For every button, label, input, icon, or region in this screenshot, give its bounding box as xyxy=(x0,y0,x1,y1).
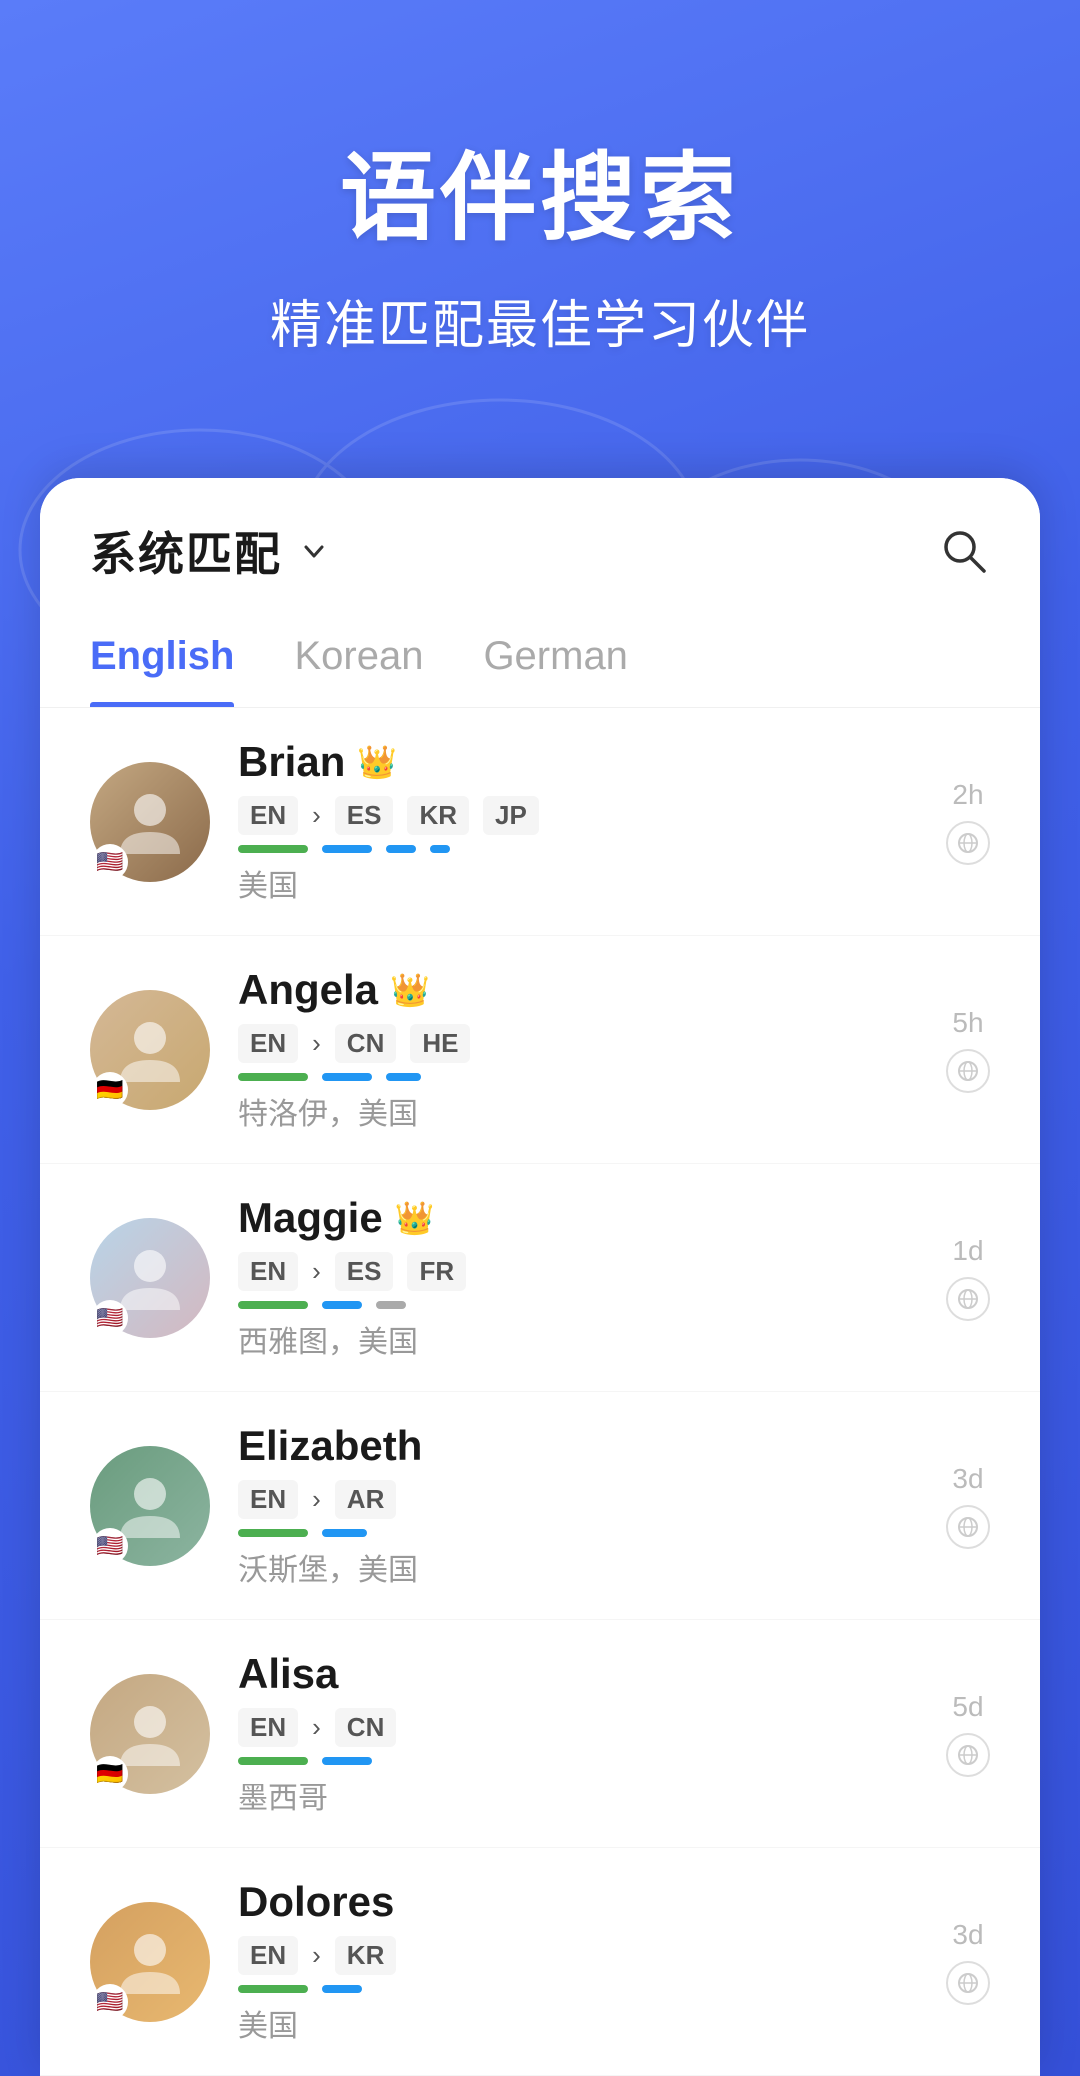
globe-icon[interactable] xyxy=(946,1961,990,2005)
user-info: Angela 👑 EN › CN HE 特洛伊，美国 xyxy=(238,966,918,1133)
crown-icon: 👑 xyxy=(390,971,430,1009)
native-lang: EN xyxy=(238,1024,298,1063)
avatar-wrapper: 🇩🇪 xyxy=(90,1674,210,1794)
avatar-wrapper: 🇺🇸 xyxy=(90,762,210,882)
globe-icon[interactable] xyxy=(946,821,990,865)
target-lang: ES xyxy=(335,796,394,835)
user-meta: 1d xyxy=(946,1235,990,1321)
user-location: 美国 xyxy=(238,2001,918,2045)
time-ago: 3d xyxy=(952,1463,983,1495)
globe-icon[interactable] xyxy=(946,1277,990,1321)
lang-bars xyxy=(238,1757,918,1765)
search-icon[interactable] xyxy=(938,525,990,577)
users-list: 🇺🇸 Brian 👑 EN › ES KR JP xyxy=(40,708,1040,2076)
target-lang: AR xyxy=(335,1480,397,1519)
tab-english[interactable]: English xyxy=(90,614,234,707)
filter-left[interactable]: 系统匹配 xyxy=(90,518,330,584)
page-title: 语伴搜索 xyxy=(60,120,1020,259)
user-info: Elizabeth EN › AR 沃斯堡，美国 xyxy=(238,1422,918,1589)
flag-badge: 🇩🇪 xyxy=(92,1072,128,1108)
flag-badge: 🇺🇸 xyxy=(92,844,128,880)
user-row[interactable]: 🇺🇸 Elizabeth EN › AR 沃斯堡，美国 xyxy=(40,1392,1040,1620)
globe-icon[interactable] xyxy=(946,1733,990,1777)
avatar-wrapper: 🇩🇪 xyxy=(90,990,210,1110)
flag-badge: 🇺🇸 xyxy=(92,1528,128,1564)
filter-label: 系统匹配 xyxy=(90,518,282,584)
lang-bars xyxy=(238,1985,918,1993)
user-name: Alisa xyxy=(238,1650,338,1698)
user-meta: 3d xyxy=(946,1919,990,2005)
arrow-icon: › xyxy=(312,800,321,831)
user-name: Dolores xyxy=(238,1878,394,1926)
user-row[interactable]: 🇩🇪 Angela 👑 EN › CN HE xyxy=(40,936,1040,1164)
lang-bars xyxy=(238,1301,918,1309)
arrow-icon: › xyxy=(312,1712,321,1743)
globe-icon[interactable] xyxy=(946,1049,990,1093)
arrow-icon: › xyxy=(312,1484,321,1515)
target-lang: KR xyxy=(407,796,469,835)
native-lang: EN xyxy=(238,1708,298,1747)
lang-bars xyxy=(238,1529,918,1537)
avatar-wrapper: 🇺🇸 xyxy=(90,1446,210,1566)
target-lang: ES xyxy=(335,1252,394,1291)
user-row[interactable]: 🇺🇸 Brian 👑 EN › ES KR JP xyxy=(40,708,1040,936)
arrow-icon: › xyxy=(312,1028,321,1059)
user-location: 美国 xyxy=(238,861,918,905)
globe-icon[interactable] xyxy=(946,1505,990,1549)
user-info: Dolores EN › KR 美国 xyxy=(238,1878,918,2045)
flag-badge: 🇩🇪 xyxy=(92,1756,128,1792)
user-info: Maggie 👑 EN › ES FR 西雅图，美国 xyxy=(238,1194,918,1361)
crown-icon: 👑 xyxy=(357,743,397,781)
user-meta: 5h xyxy=(946,1007,990,1093)
page-subtitle: 精准匹配最佳学习伙伴 xyxy=(60,283,1020,358)
target-lang: KR xyxy=(335,1936,397,1975)
user-name: Maggie xyxy=(238,1194,383,1242)
user-meta: 3d xyxy=(946,1463,990,1549)
header-section: 语伴搜索 精准匹配最佳学习伙伴 xyxy=(0,0,1080,418)
time-ago: 2h xyxy=(952,779,983,811)
lang-bars xyxy=(238,1073,918,1081)
avatar-wrapper: 🇺🇸 xyxy=(90,1218,210,1338)
user-row[interactable]: 🇩🇪 Alisa EN › CN 墨西哥 xyxy=(40,1620,1040,1848)
flag-badge: 🇺🇸 xyxy=(92,1300,128,1336)
arrow-icon: › xyxy=(312,1256,321,1287)
user-location: 西雅图，美国 xyxy=(238,1317,918,1361)
target-lang: CN xyxy=(335,1708,397,1747)
tab-korean[interactable]: Korean xyxy=(294,614,423,707)
time-ago: 5d xyxy=(952,1691,983,1723)
crown-icon: 👑 xyxy=(395,1199,435,1237)
user-info: Alisa EN › CN 墨西哥 xyxy=(238,1650,918,1817)
user-location: 特洛伊，美国 xyxy=(238,1089,918,1133)
native-lang: EN xyxy=(238,796,298,835)
time-ago: 5h xyxy=(952,1007,983,1039)
lang-bars xyxy=(238,845,918,853)
user-name: Angela xyxy=(238,966,378,1014)
user-info: Brian 👑 EN › ES KR JP xyxy=(238,738,918,905)
user-meta: 5d xyxy=(946,1691,990,1777)
user-row[interactable]: 🇺🇸 Maggie 👑 EN › ES FR xyxy=(40,1164,1040,1392)
target-lang: HE xyxy=(410,1024,470,1063)
flag-badge: 🇺🇸 xyxy=(92,1984,128,2020)
time-ago: 1d xyxy=(952,1235,983,1267)
user-name: Brian xyxy=(238,738,345,786)
user-name: Elizabeth xyxy=(238,1422,422,1470)
native-lang: EN xyxy=(238,1480,298,1519)
user-row[interactable]: 🇺🇸 Dolores EN › KR 美国 xyxy=(40,1848,1040,2076)
target-lang: JP xyxy=(483,796,539,835)
native-lang: EN xyxy=(238,1936,298,1975)
arrow-icon: › xyxy=(312,1940,321,1971)
filter-bar: 系统匹配 xyxy=(40,478,1040,614)
user-location: 沃斯堡，美国 xyxy=(238,1545,918,1589)
main-card: 系统匹配 English Korean German xyxy=(40,478,1040,2076)
chevron-down-icon xyxy=(298,535,330,567)
tabs-bar: English Korean German xyxy=(40,614,1040,708)
user-meta: 2h xyxy=(946,779,990,865)
time-ago: 3d xyxy=(952,1919,983,1951)
native-lang: EN xyxy=(238,1252,298,1291)
target-lang: FR xyxy=(407,1252,466,1291)
user-location: 墨西哥 xyxy=(238,1773,918,1817)
tab-german[interactable]: German xyxy=(483,614,628,707)
target-lang: CN xyxy=(335,1024,397,1063)
